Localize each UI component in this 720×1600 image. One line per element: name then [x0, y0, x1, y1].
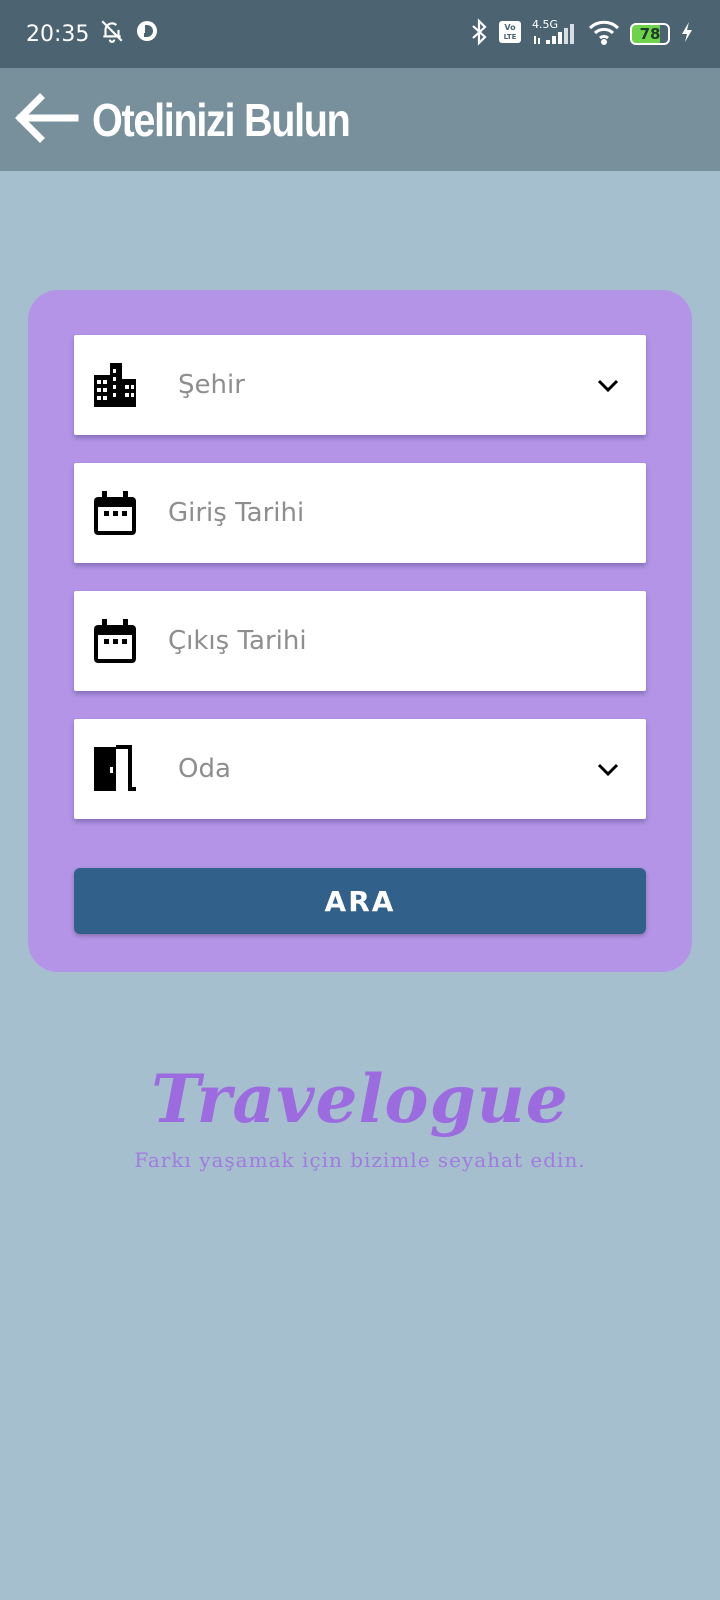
check-out-date-field[interactable]: Çıkış Tarihi [74, 591, 646, 691]
status-time: 20:35 [26, 21, 90, 47]
city-icon [92, 361, 138, 409]
brand-logo-text: Travelogue [151, 1060, 569, 1138]
battery-icon: 78 [630, 23, 670, 45]
chevron-down-icon [596, 373, 620, 397]
app-notification-icon [135, 19, 159, 49]
room-select[interactable]: Oda [74, 719, 646, 819]
check-out-placeholder: Çıkış Tarihi [168, 626, 307, 656]
arrow-left-icon [13, 92, 79, 147]
calendar-icon [92, 489, 138, 537]
brand-tagline: Farkı yaşamak için bizimle seyahat edin. [134, 1148, 586, 1172]
signal-icon: 4.5G [532, 18, 578, 48]
check-in-date-field[interactable]: Giriş Tarihi [74, 463, 646, 563]
city-select[interactable]: Şehir [74, 335, 646, 435]
search-button[interactable]: ARA [74, 868, 646, 934]
svg-text:LTE: LTE [504, 33, 517, 41]
chevron-down-icon [596, 757, 620, 781]
svg-text:Vo: Vo [504, 23, 516, 32]
battery-level: 78 [639, 25, 661, 43]
charging-icon [680, 21, 694, 47]
status-right: Vo LTE 4.5G 78 [470, 18, 694, 50]
check-in-placeholder: Giriş Tarihi [168, 498, 305, 528]
back-button[interactable] [6, 80, 86, 160]
search-card: Şehir Giriş Tarihi Çıkış Tarihi Oda ARA [28, 290, 692, 972]
bluetooth-icon [470, 18, 488, 50]
door-icon [92, 745, 138, 793]
status-left: 20:35 [26, 18, 159, 50]
app-bar: Otelinizi Bulun [0, 68, 720, 171]
bell-off-icon [99, 18, 125, 50]
calendar-icon [92, 617, 138, 665]
room-placeholder: Oda [178, 754, 231, 784]
city-placeholder: Şehir [178, 370, 245, 400]
wifi-icon [588, 19, 620, 49]
volte-icon: Vo LTE [498, 20, 522, 48]
status-bar: 20:35 Vo LTE 4.5G 78 [0, 0, 720, 68]
page-title: Otelinizi Bulun [92, 93, 351, 146]
